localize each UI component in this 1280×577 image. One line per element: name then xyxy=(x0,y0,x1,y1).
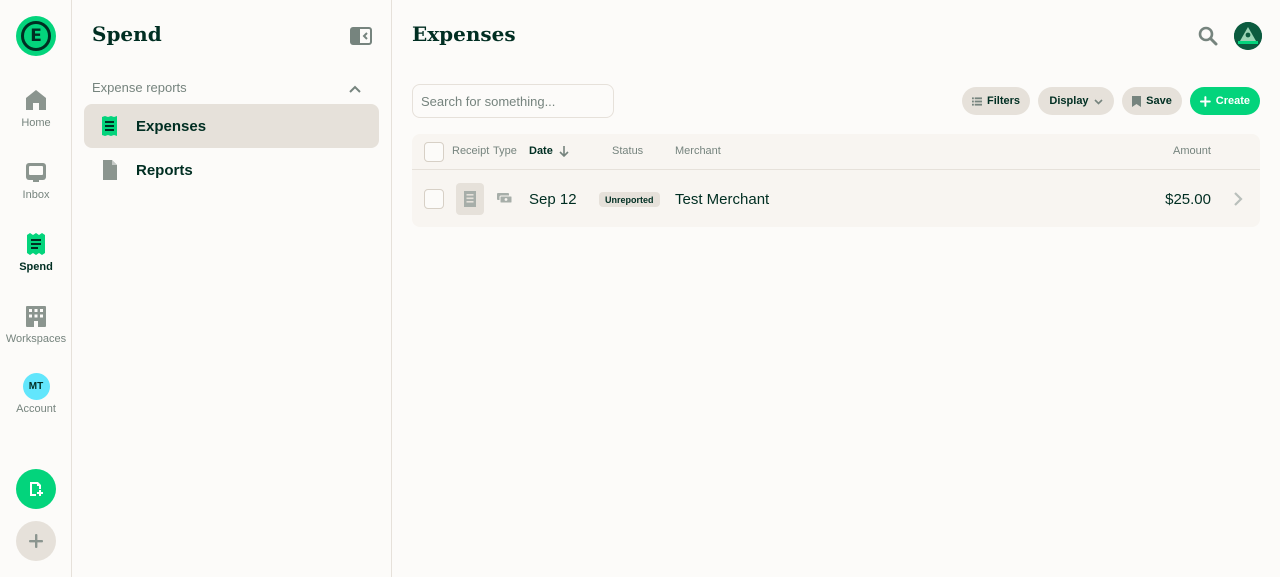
sidebar-item-expenses[interactable]: Expenses xyxy=(84,104,379,148)
sidebar-item-label: Reports xyxy=(136,161,193,179)
nav-item-label: Spend xyxy=(19,261,53,273)
nav-item-workspaces[interactable]: Workspaces xyxy=(0,302,72,362)
filters-button[interactable]: Filters xyxy=(962,87,1030,115)
date-header-label: Date xyxy=(529,145,553,157)
expenses-table: Receipt Type Date Status Merchant Amount xyxy=(412,134,1260,227)
building-icon xyxy=(26,306,46,327)
create-label: Create xyxy=(1215,95,1250,107)
row-checkbox[interactable] xyxy=(424,189,444,209)
chevron-right-icon[interactable] xyxy=(1233,192,1243,206)
plus-icon xyxy=(29,534,43,548)
nav-item-inbox[interactable]: Inbox xyxy=(0,158,72,218)
filter-icon xyxy=(972,96,982,106)
avatar: MT xyxy=(22,373,50,400)
filters-label: Filters xyxy=(986,95,1020,107)
select-all-checkbox[interactable] xyxy=(424,142,444,162)
save-label: Save xyxy=(1146,95,1172,107)
search-icon[interactable] xyxy=(1198,26,1218,46)
receipt-icon xyxy=(27,233,45,255)
user-avatar[interactable] xyxy=(1234,22,1262,50)
page-title: Expenses xyxy=(412,22,516,46)
create-button[interactable]: Create xyxy=(1190,87,1260,115)
nav-item-label: Home xyxy=(21,117,51,129)
expense-date: Sep 12 xyxy=(529,191,577,208)
expense-amount: $25.00 xyxy=(1165,191,1211,208)
receipt-icon xyxy=(102,116,117,136)
home-icon xyxy=(26,90,46,110)
add-button[interactable] xyxy=(16,521,56,561)
column-header-date[interactable]: Date xyxy=(529,145,569,157)
cash-icon xyxy=(497,193,512,204)
column-header-merchant[interactable]: Merchant xyxy=(675,145,721,157)
save-button[interactable]: Save xyxy=(1122,87,1182,115)
search-input[interactable] xyxy=(412,84,614,118)
table-row[interactable]: Sep 12 Unreported Test Merchant $25.00 xyxy=(412,171,1260,227)
nav-item-label: Account xyxy=(16,403,56,415)
column-header-type[interactable]: Type xyxy=(493,145,517,157)
sort-descending-icon xyxy=(559,145,569,157)
nav-item-home[interactable]: Home xyxy=(0,86,72,146)
sidebar-title: Spend xyxy=(92,22,162,46)
column-header-status[interactable]: Status xyxy=(612,145,643,157)
chevron-down-icon xyxy=(1093,98,1103,105)
new-expense-icon xyxy=(30,482,43,496)
main-content: Expenses Filters Display Save xyxy=(392,0,1280,577)
expense-reports-section-header[interactable]: Expense reports xyxy=(92,80,362,98)
nav-item-label: Workspaces xyxy=(5,333,67,345)
nav-rail: E Home Inbox Spend Workspaces MT Account xyxy=(0,0,72,577)
collapse-sidebar-icon[interactable] xyxy=(350,27,372,45)
expensify-logo[interactable]: E xyxy=(16,16,56,56)
avatar-image xyxy=(1234,22,1262,50)
plus-icon xyxy=(1200,95,1211,107)
table-header: Receipt Type Date Status Merchant Amount xyxy=(412,134,1260,170)
merchant-name: Test Merchant xyxy=(675,191,770,208)
sidebar-item-reports[interactable]: Reports xyxy=(84,148,379,192)
column-header-amount[interactable]: Amount xyxy=(1173,145,1211,157)
spend-sidebar: Spend Expense reports Expenses Reports xyxy=(72,0,392,577)
display-button[interactable]: Display xyxy=(1038,87,1114,115)
document-icon xyxy=(103,160,117,180)
sidebar-item-label: Expenses xyxy=(136,117,207,135)
chevron-up-icon xyxy=(349,85,361,93)
new-expense-button[interactable] xyxy=(16,469,56,509)
section-label: Expense reports xyxy=(92,80,187,95)
status-badge: Unreported xyxy=(599,192,660,207)
inbox-icon xyxy=(26,163,46,182)
receipt-placeholder-icon xyxy=(464,191,476,207)
bookmark-icon xyxy=(1132,95,1142,107)
logo-letter: E xyxy=(21,21,51,51)
nav-item-spend[interactable]: Spend xyxy=(0,230,72,290)
display-label: Display xyxy=(1049,95,1089,107)
nav-item-label: Inbox xyxy=(22,189,50,201)
nav-item-account[interactable]: MT Account xyxy=(0,373,72,433)
column-header-receipt[interactable]: Receipt xyxy=(452,145,489,157)
receipt-thumbnail[interactable] xyxy=(456,183,484,215)
